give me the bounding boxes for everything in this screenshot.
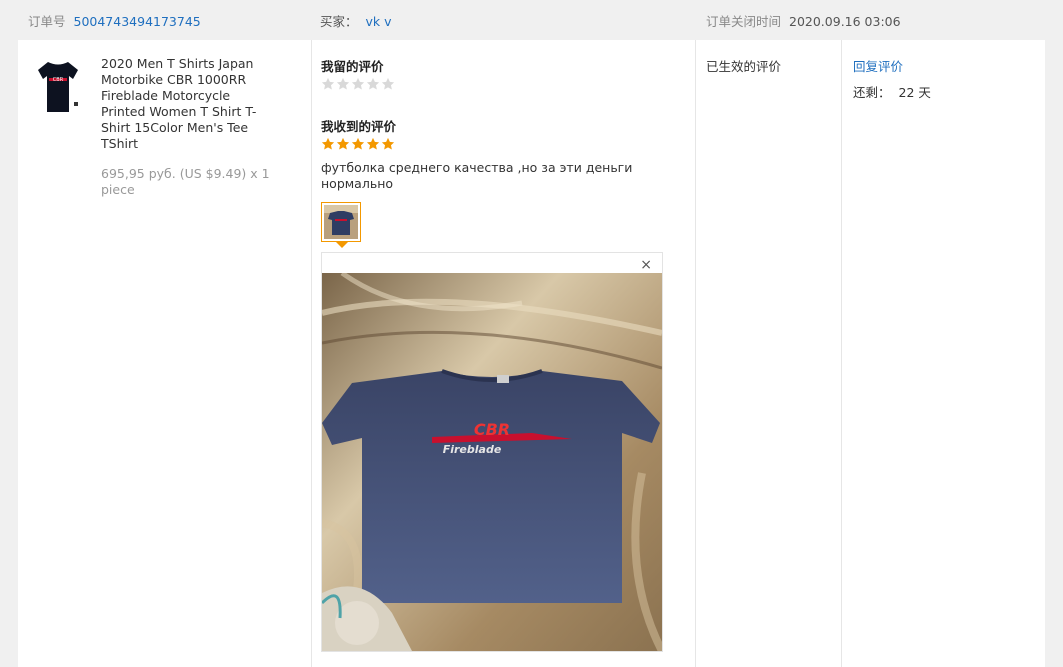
column-divider xyxy=(841,40,842,667)
closed-time-value: 2020.09.16 03:06 xyxy=(789,14,901,29)
tshirt-print-text: CBR xyxy=(53,77,64,83)
column-divider xyxy=(695,40,696,667)
order-number-label: 订单号 xyxy=(28,14,66,29)
reply-review-link[interactable]: 回复评价 xyxy=(853,56,903,75)
order-number: 订单号 5004743494173745 xyxy=(28,11,201,30)
remaining-value: 22 天 xyxy=(898,85,931,100)
closed-time: 订单关闭时间 2020.09.16 03:06 xyxy=(706,11,901,30)
review-photo: CBR Fireblade xyxy=(322,273,662,651)
product-thumbnail[interactable]: CBR xyxy=(32,56,84,116)
star-icon xyxy=(351,77,365,90)
order-header: 订单号 5004743494173745 买家： vk v 订单关闭时间 202… xyxy=(0,0,1063,40)
star-icon xyxy=(321,137,335,150)
close-icon[interactable]: × xyxy=(640,257,652,273)
my-review-title: 我留的评价 xyxy=(321,59,384,74)
star-icon xyxy=(381,137,395,150)
received-review-text: футболка среднего качества ,но за эти де… xyxy=(321,160,633,191)
thumbnail-pointer xyxy=(336,242,348,248)
remaining-time: 还剩： 22 天 xyxy=(853,82,931,101)
buyer-name-link[interactable]: vk v xyxy=(366,14,392,29)
star-icon xyxy=(336,77,350,90)
photo-thumbnail-image xyxy=(324,205,358,239)
product-title[interactable]: 2020 Men T Shirts Japan Motorbike CBR 10… xyxy=(101,56,276,152)
photo-print-sub: Fireblade xyxy=(443,443,502,456)
effective-review-status: 已生效的评价 xyxy=(706,59,782,74)
right-margin xyxy=(1045,40,1063,667)
star-icon xyxy=(366,137,380,150)
received-review-title: 我收到的评价 xyxy=(321,119,397,134)
tshirt-icon: CBR xyxy=(32,56,84,116)
closed-time-label: 订单关闭时间 xyxy=(706,14,782,29)
review-photo-viewer: × CBR Fireblade xyxy=(321,252,663,652)
star-icon xyxy=(381,77,395,90)
order-number-link[interactable]: 5004743494173745 xyxy=(74,14,201,29)
star-icon xyxy=(321,77,335,90)
buyer-info: 买家： vk v xyxy=(320,11,392,30)
my-review-stars xyxy=(321,77,395,91)
review-photo-thumbnail[interactable] xyxy=(321,202,361,242)
buyer-label: 买家： xyxy=(320,14,358,29)
photo-print-main: CBR xyxy=(474,420,510,439)
star-icon xyxy=(366,77,380,90)
left-margin xyxy=(0,40,18,667)
star-icon xyxy=(336,137,350,150)
column-divider xyxy=(311,40,312,667)
received-review-stars xyxy=(321,137,395,151)
product-price: 695,95 руб. (US $9.49) x 1 piece xyxy=(101,166,270,197)
order-review-panel: CBR 2020 Men T Shirts Japan Motorbike CB… xyxy=(18,40,1045,667)
star-icon xyxy=(351,137,365,150)
remaining-label: 还剩： xyxy=(853,85,891,100)
